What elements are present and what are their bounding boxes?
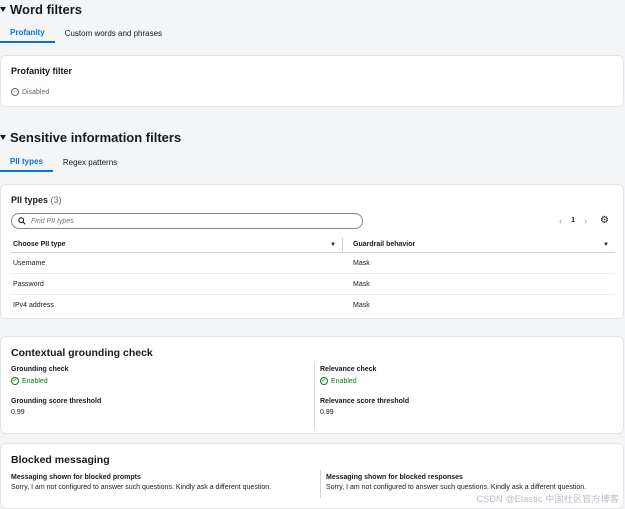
caret-down-icon[interactable] — [0, 7, 6, 12]
column-header-behavior[interactable]: Guardrail behavior ▼ — [343, 237, 615, 252]
behavior-cell: Mask — [353, 280, 370, 288]
grounding-card: Contextual grounding check Grounding che… — [0, 336, 624, 434]
column-divider — [320, 470, 321, 498]
pii-types-count: (3) — [50, 195, 62, 205]
tab-custom-words[interactable]: Custom words and phrases — [55, 23, 172, 43]
watermark: CSDN @Elastic 中国社区官方博客 — [476, 494, 619, 504]
behavior-cell: Mask — [353, 259, 370, 267]
relevance-threshold-label: Relevance score threshold — [320, 398, 410, 405]
word-filters-tabs: Profanity Custom words and phrases — [0, 23, 172, 43]
pagination: ‹ 1 › ⚙ — [559, 215, 609, 226]
profanity-status-text: Disabled — [22, 88, 50, 96]
pii-type-cell: Password — [13, 280, 44, 288]
pii-type-cell: IPv4 address — [13, 302, 54, 309]
pii-types-card: PII types (3) ‹ 1 › ⚙ Choose PII type ▼ … — [0, 184, 624, 319]
table-row: Password Mask — [11, 274, 615, 295]
grounding-title: Contextual grounding check — [11, 347, 153, 359]
profanity-filter-title: Profanity filter — [11, 66, 73, 76]
sort-down-icon[interactable]: ▼ — [603, 242, 609, 248]
word-filters-header[interactable]: Word filters — [0, 2, 82, 17]
relevance-threshold-value: 0.99 — [320, 409, 334, 416]
pii-types-heading: PII types (3) — [11, 195, 62, 205]
pii-table: Choose PII type ▼ Guardrail behavior ▼ U… — [11, 237, 615, 316]
relevance-status-text: Enabled — [331, 377, 357, 385]
page-number[interactable]: 1 — [571, 217, 575, 224]
blocked-messaging-title: Blocked messaging — [11, 454, 110, 466]
relevance-check-label: Relevance check — [320, 366, 377, 373]
column-label: Choose PII type — [13, 241, 66, 248]
table-row: Username Mask — [11, 253, 615, 274]
grounding-status: ✓ Enabled — [11, 377, 101, 385]
pii-search-input[interactable] — [31, 217, 331, 225]
sensitive-filters-header[interactable]: Sensitive information filters — [0, 130, 181, 145]
blocked-prompts-label: Messaging shown for blocked prompts — [11, 474, 141, 481]
relevance-status: ✓ Enabled — [320, 377, 409, 385]
chevron-right-icon[interactable]: › — [584, 216, 587, 226]
blocked-prompts-column: Messaging shown for blocked prompts Sorr… — [11, 474, 271, 491]
disabled-icon: – — [11, 88, 19, 96]
sensitive-filters-title: Sensitive information filters — [10, 130, 182, 145]
column-label: Guardrail behavior — [353, 241, 416, 248]
column-divider — [314, 363, 315, 429]
relevance-column: Relevance check ✓ Enabled Relevance scor… — [320, 366, 409, 416]
sort-down-icon[interactable]: ▼ — [330, 242, 336, 248]
check-circle-icon: ✓ — [320, 377, 328, 385]
grounding-threshold-label: Grounding score threshold — [11, 398, 102, 405]
grounding-column: Grounding check ✓ Enabled Grounding scor… — [11, 366, 101, 416]
tab-regex-patterns[interactable]: Regex patterns — [53, 152, 127, 172]
grounding-status-text: Enabled — [22, 377, 48, 385]
profanity-status: – Disabled — [11, 88, 49, 96]
caret-down-icon[interactable] — [0, 135, 6, 140]
pii-type-cell: Username — [13, 259, 46, 267]
pii-table-header: Choose PII type ▼ Guardrail behavior ▼ — [11, 237, 615, 253]
column-header-pii-type[interactable]: Choose PII type ▼ — [11, 237, 343, 252]
word-filters-title: Word filters — [10, 2, 82, 17]
grounding-check-label: Grounding check — [11, 366, 69, 373]
blocked-responses-text: Sorry, I am not configured to answer suc… — [326, 484, 587, 491]
tab-profanity[interactable]: Profanity — [0, 23, 55, 43]
tab-pii-types[interactable]: PII types — [0, 152, 53, 172]
pii-types-title: PII types — [11, 195, 49, 205]
check-circle-icon: ✓ — [11, 377, 19, 385]
sensitive-tabs: PII types Regex patterns — [0, 152, 127, 172]
profanity-filter-card: Profanity filter – Disabled — [0, 55, 624, 107]
behavior-cell: Mask — [353, 302, 370, 309]
blocked-responses-label: Messaging shown for blocked responses — [326, 474, 463, 481]
table-row: IPv4 address Mask — [11, 295, 615, 316]
blocked-responses-column: Messaging shown for blocked responses So… — [326, 474, 586, 491]
blocked-prompts-text: Sorry, I am not configured to answer suc… — [11, 484, 272, 491]
grounding-threshold-value: 0.99 — [11, 409, 25, 416]
search-icon — [18, 217, 26, 225]
chevron-left-icon[interactable]: ‹ — [559, 216, 562, 226]
pii-search-box[interactable] — [11, 213, 363, 229]
gear-icon[interactable]: ⚙ — [600, 215, 609, 226]
